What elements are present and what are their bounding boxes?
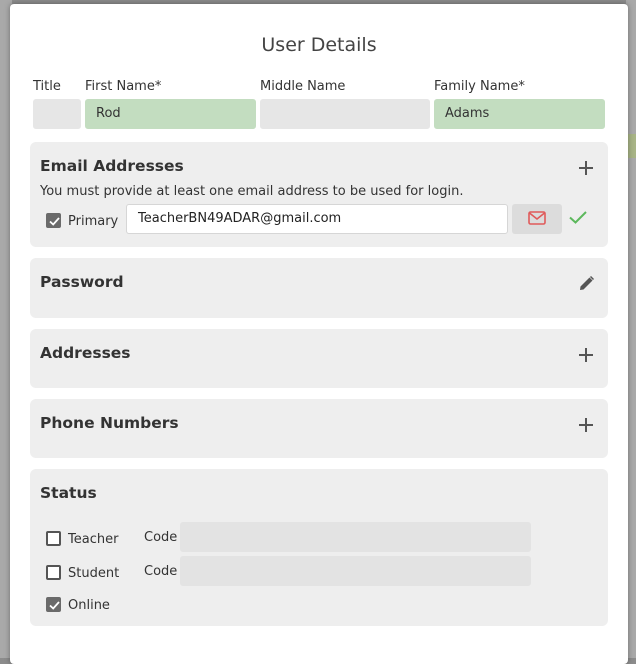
- phone-numbers-heading: Phone Numbers: [40, 414, 179, 432]
- student-code-field[interactable]: [180, 556, 531, 586]
- teacher-checkbox[interactable]: [46, 531, 61, 546]
- checkmark-icon: [49, 217, 60, 226]
- title-field[interactable]: [33, 99, 81, 129]
- teacher-code-label: Code: [144, 530, 178, 545]
- online-label: Online: [68, 598, 110, 613]
- verified-check-icon: [569, 211, 587, 224]
- email-addresses-heading: Email Addresses: [40, 157, 184, 175]
- middle-name-label: Middle Name: [260, 79, 346, 94]
- addresses-card: Addresses: [30, 329, 608, 388]
- add-address-plus-icon[interactable]: [578, 347, 594, 363]
- teacher-label: Teacher: [68, 532, 119, 547]
- email-input[interactable]: TeacherBN49ADAR@gmail.com: [126, 204, 508, 234]
- addresses-heading: Addresses: [40, 344, 131, 362]
- dialog-title: User Details: [261, 34, 377, 56]
- student-code-label: Code: [144, 564, 178, 579]
- student-label: Student: [68, 566, 120, 581]
- password-card: Password: [30, 258, 608, 318]
- add-phone-plus-icon[interactable]: [578, 417, 594, 433]
- student-checkbox[interactable]: [46, 565, 61, 580]
- middle-name-field[interactable]: [260, 99, 430, 129]
- phone-numbers-card: Phone Numbers: [30, 399, 608, 458]
- status-card: Status Teacher Code Student Code Online: [30, 469, 608, 626]
- envelope-icon: [528, 211, 546, 225]
- email-hint: You must provide at least one email addr…: [40, 184, 464, 199]
- family-name-field[interactable]: Adams: [434, 99, 605, 129]
- first-name-label: First Name*: [85, 79, 162, 94]
- primary-label: Primary: [68, 214, 119, 229]
- send-email-button[interactable]: [512, 204, 562, 234]
- password-heading: Password: [40, 273, 124, 291]
- family-name-label: Family Name*: [434, 79, 525, 94]
- online-checkbox[interactable]: [46, 597, 61, 612]
- edit-pencil-icon[interactable]: [578, 275, 595, 292]
- first-name-field[interactable]: Rod: [85, 99, 256, 129]
- teacher-code-field[interactable]: [180, 522, 531, 552]
- email-addresses-card: Email Addresses You must provide at leas…: [30, 142, 608, 247]
- add-email-plus-icon[interactable]: [578, 160, 594, 176]
- user-details-dialog: User Details Title First Name* Middle Na…: [10, 4, 628, 664]
- primary-checkbox[interactable]: [46, 213, 61, 228]
- title-label: Title: [33, 79, 61, 94]
- checkmark-icon: [49, 601, 60, 610]
- status-heading: Status: [40, 484, 97, 502]
